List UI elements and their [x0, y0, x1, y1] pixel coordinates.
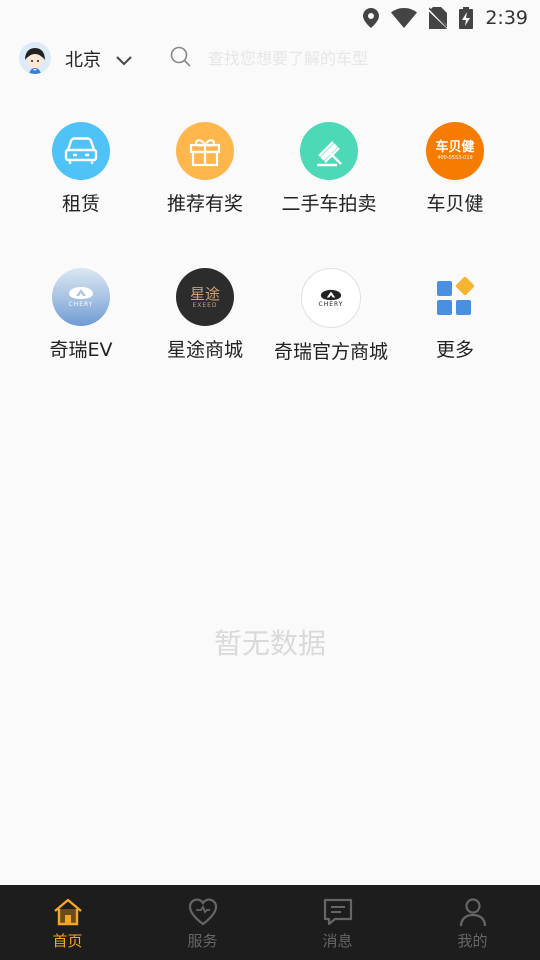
car-icon [52, 122, 110, 180]
chery-emblem-icon [320, 289, 342, 300]
battery-charging-icon [459, 7, 474, 29]
grid-item-label: 推荐有奖 [166, 193, 243, 215]
search-icon[interactable] [170, 46, 192, 72]
home-icon [53, 898, 82, 926]
grid-item-referral[interactable]: 推荐有奖 [140, 122, 270, 216]
message-icon [323, 898, 352, 926]
grid-item-chery-mall[interactable]: CHERY 奇瑞官方商城 [266, 268, 396, 364]
grid-item-label: 租赁 [61, 193, 100, 215]
avatar[interactable] [19, 42, 51, 74]
grid-item-more[interactable]: 更多 [390, 268, 520, 362]
grid-item-label: 车贝健 [426, 193, 484, 215]
search-input[interactable] [208, 44, 508, 72]
chery-ev-logo-text: CHERY [68, 301, 94, 308]
chebeijian-logo-sub: 400-0553-019 [437, 154, 473, 161]
nav-label: 首页 [52, 932, 83, 950]
exeed-logo: 星途 EXEED [176, 268, 234, 326]
chebeijian-logo-text: 车贝健 [435, 139, 475, 155]
chebeijian-logo: 车贝健 400-0553-019 [426, 122, 484, 180]
grid-item-label: 更多 [435, 339, 474, 361]
avatar-face-icon [19, 42, 51, 74]
chery-logo-text: CHERY [318, 300, 344, 308]
grid-item-label: 奇瑞EV [49, 339, 113, 361]
chevron-down-icon[interactable] [116, 51, 132, 70]
grid-item-label: 二手车拍卖 [281, 193, 377, 215]
grid-item-rental[interactable]: 租赁 [16, 122, 146, 216]
nav-item-service[interactable]: 服务 [135, 885, 270, 960]
heart-icon [188, 898, 217, 926]
grid-item-chebeijian[interactable]: 车贝健 400-0553-019 车贝健 [390, 122, 520, 216]
wifi-icon [391, 8, 418, 28]
chery-logo: CHERY [301, 268, 361, 328]
nav-label: 服务 [187, 932, 218, 950]
nav-item-profile[interactable]: 我的 [405, 885, 540, 960]
grid-item-chery-ev[interactable]: CHERY 奇瑞EV [16, 268, 146, 362]
nav-label: 消息 [322, 932, 353, 950]
location-icon [363, 8, 380, 28]
gift-icon [176, 122, 234, 180]
status-bar: 2:39 [0, 0, 540, 36]
empty-state-text: 暂无数据 [213, 627, 326, 660]
nav-item-home[interactable]: 首页 [0, 885, 135, 960]
city-selector[interactable]: 北京 [65, 46, 101, 72]
grid-item-label: 星途商城 [166, 339, 243, 361]
nav-item-messages[interactable]: 消息 [270, 885, 405, 960]
user-icon [459, 898, 486, 927]
status-time: 2:39 [485, 7, 528, 29]
gavel-icon [300, 122, 358, 180]
grid-item-exeed-mall[interactable]: 星途 EXEED 星途商城 [140, 268, 270, 362]
no-sim-icon [429, 7, 448, 29]
exeed-logo-text: 星途 [189, 284, 220, 303]
chery-ev-logo: CHERY [52, 268, 110, 326]
grid-item-label: 奇瑞官方商城 [273, 341, 388, 363]
nav-label: 我的 [457, 932, 488, 950]
top-bar: 北京 [0, 36, 540, 80]
more-apps-icon [426, 268, 484, 326]
bottom-nav: 首页 服务 消息 我的 [0, 885, 540, 960]
grid-item-auction[interactable]: 二手车拍卖 [264, 122, 394, 216]
chery-emblem-icon [69, 287, 93, 299]
exeed-logo-sub: EXEED [192, 301, 218, 309]
